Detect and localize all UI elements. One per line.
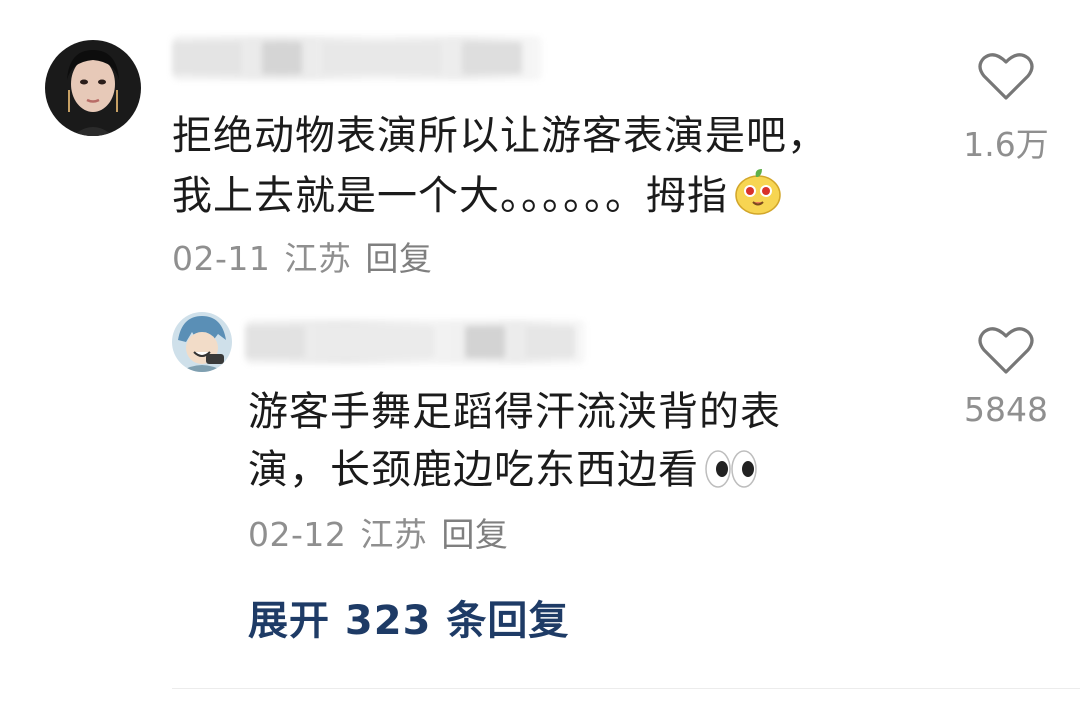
like-button-1[interactable] — [978, 52, 1034, 106]
comment-2-line-1: 游客手舞足蹈得汗流浃背的表 — [248, 389, 781, 435]
comment-location: 江苏 — [284, 239, 352, 278]
reply-button[interactable]: 回复 — [365, 239, 432, 278]
mango-face-emoji-icon — [732, 165, 784, 233]
like-count-2: 5848 — [964, 390, 1048, 429]
username-blurred-1[interactable] — [172, 36, 542, 80]
avatar-commenter-2[interactable] — [172, 312, 232, 372]
comment-meta-1: 02-11 江苏 回复 — [172, 232, 446, 280]
comment-1-line-2-text: 我上去就是一个大。。。。。。拇指 — [172, 173, 728, 219]
comment-meta-2: 02-12 江苏 回复 — [248, 508, 522, 556]
comment-date: 02-11 — [172, 239, 271, 278]
comment-location: 江苏 — [360, 515, 428, 554]
heart-outline-icon — [978, 327, 1034, 374]
divider — [172, 688, 1080, 689]
like-count-1: 1.6万 — [963, 125, 1049, 164]
eyes-emoji-icon — [703, 447, 759, 507]
expand-replies-button[interactable]: 展开 323 条回复 — [248, 588, 569, 646]
comment-2-line-2-text: 演，长颈鹿边吃东西边看 — [248, 447, 699, 493]
username-blurred-2[interactable] — [245, 320, 585, 364]
reply-button[interactable]: 回复 — [441, 515, 508, 554]
comment-2-line-2: 演，长颈鹿边吃东西边看 — [248, 441, 948, 507]
comment-text-2: 游客手舞足蹈得汗流浃背的表 演，长颈鹿边吃东西边看 — [248, 383, 948, 507]
avatar-portrait-image — [45, 40, 141, 136]
heart-outline-icon — [978, 53, 1034, 100]
avatar-anime-image — [172, 312, 232, 372]
avatar-commenter-1[interactable] — [45, 40, 141, 136]
comment-text-1: 拒绝动物表演所以让游客表演是吧， 我上去就是一个大。。。。。。拇指 — [172, 107, 932, 233]
like-button-2[interactable] — [978, 326, 1034, 380]
comment-1-line-1: 拒绝动物表演所以让游客表演是吧， — [172, 113, 828, 159]
comment-1-line-2: 我上去就是一个大。。。。。。拇指 — [172, 165, 932, 233]
comment-date: 02-12 — [248, 515, 347, 554]
